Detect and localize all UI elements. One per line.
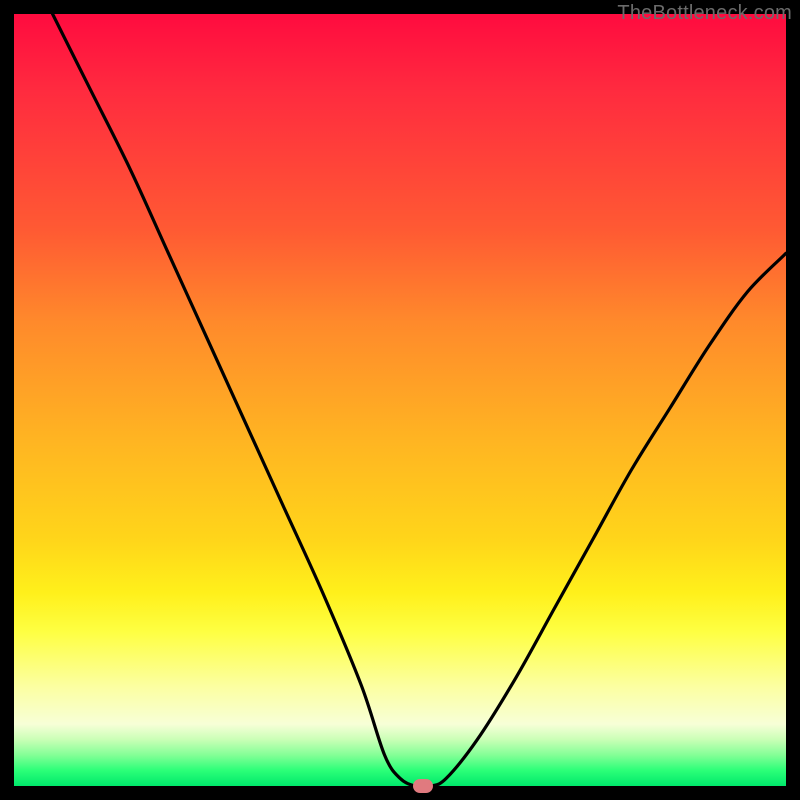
plot-area [14,14,786,786]
curve-svg [14,14,786,786]
bottleneck-curve [53,14,786,786]
optimum-marker [413,779,433,793]
chart-container: TheBottleneck.com [0,0,800,800]
watermark-text: TheBottleneck.com [617,2,792,25]
